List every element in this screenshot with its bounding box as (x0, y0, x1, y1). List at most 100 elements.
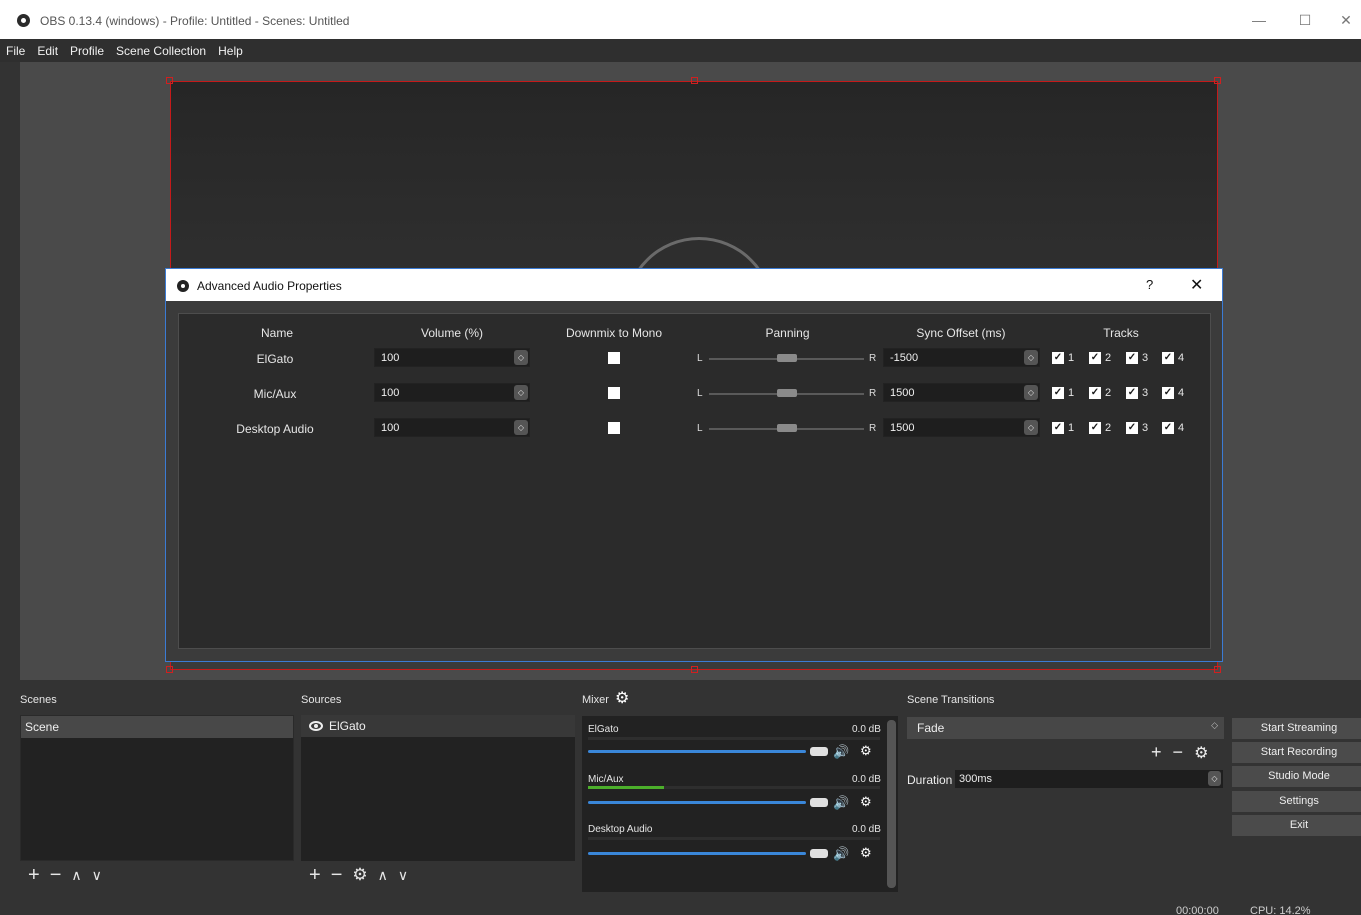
spin-arrows-icon[interactable]: ◇ (514, 350, 528, 365)
remove-scene-minus-icon[interactable]: − (50, 864, 62, 887)
resize-handle-bottom-left[interactable] (166, 666, 173, 673)
track-4-label: 4 (1178, 387, 1185, 399)
volume-input[interactable]: 100 ◇ (374, 418, 530, 437)
track-4-checkbox[interactable]: ✓ (1162, 422, 1174, 434)
spin-arrows-icon[interactable]: ◇ (514, 420, 528, 435)
maximize-button[interactable]: ☐ (1290, 8, 1320, 32)
spin-arrows-icon[interactable]: ◇ (1024, 350, 1038, 365)
remove-transition-minus-icon[interactable]: − (1173, 742, 1184, 762)
transition-select[interactable]: Fade ◇ (907, 717, 1224, 739)
speaker-icon[interactable]: 🔊 (833, 846, 849, 862)
track-1-checkbox[interactable]: ✓ (1052, 352, 1064, 364)
help-button[interactable]: ? (1146, 277, 1153, 292)
start-recording-button[interactable]: Start Recording (1232, 742, 1361, 763)
mixer-scrollbar[interactable] (887, 720, 896, 888)
add-transition-plus-icon[interactable]: + (1151, 742, 1162, 762)
add-source-plus-icon[interactable]: + (309, 864, 321, 887)
start-streaming-button[interactable]: Start Streaming (1232, 718, 1361, 739)
volume-slider[interactable] (588, 750, 806, 753)
volume-slider-handle[interactable] (810, 849, 828, 858)
track-3-checkbox[interactable]: ✓ (1126, 387, 1138, 399)
track-4-checkbox[interactable]: ✓ (1162, 352, 1174, 364)
settings-button[interactable]: Settings (1232, 791, 1361, 812)
resize-handle-top[interactable] (691, 77, 698, 84)
spin-arrows-icon[interactable]: ◇ (1208, 771, 1221, 786)
track-2-checkbox[interactable]: ✓ (1089, 387, 1101, 399)
transitions-dock-title: Scene Transitions (907, 694, 995, 706)
menu-scene-collection[interactable]: Scene Collection (110, 39, 212, 62)
transition-properties-gear-icon[interactable]: ⚙ (1194, 745, 1208, 762)
track-1-label: 1 (1068, 387, 1075, 399)
downmix-checkbox[interactable] (608, 352, 620, 364)
close-dialog-button[interactable]: ✕ (1190, 275, 1203, 295)
spin-arrows-icon[interactable]: ◇ (514, 385, 528, 400)
pan-right-label: R (869, 353, 877, 364)
channel-gear-icon[interactable]: ⚙ (860, 845, 872, 861)
source-item[interactable]: ElGato (301, 715, 575, 737)
obs-logo-icon (177, 280, 189, 292)
volume-meter (588, 737, 880, 740)
volume-slider-handle[interactable] (810, 798, 828, 807)
menu-profile[interactable]: Profile (64, 39, 110, 62)
move-source-down-icon[interactable]: ∨ (398, 867, 408, 884)
speaker-icon[interactable]: 🔊 (833, 744, 849, 760)
menu-help[interactable]: Help (212, 39, 249, 62)
move-source-up-icon[interactable]: ∧ (378, 867, 388, 884)
menu-file[interactable]: File (0, 39, 31, 62)
menu-edit[interactable]: Edit (31, 39, 64, 62)
spin-arrows-icon[interactable]: ◇ (1024, 420, 1038, 435)
track-4-checkbox[interactable]: ✓ (1162, 387, 1174, 399)
visibility-eye-icon[interactable] (309, 721, 323, 731)
dialog-titlebar: Advanced Audio Properties ? ✕ (166, 269, 1222, 301)
close-window-button[interactable]: ✕ (1331, 8, 1361, 32)
source-item-label: ElGato (329, 719, 366, 733)
track-3-checkbox[interactable]: ✓ (1126, 422, 1138, 434)
sync-offset-input[interactable]: 1500 ◇ (883, 383, 1040, 402)
track-1-checkbox[interactable]: ✓ (1052, 387, 1064, 399)
volume-input[interactable]: 100 ◇ (374, 348, 530, 367)
header-sync-offset: Sync Offset (ms) (916, 326, 1006, 340)
header-downmix: Downmix to Mono (565, 326, 663, 340)
downmix-checkbox[interactable] (608, 387, 620, 399)
pan-slider-handle[interactable] (777, 354, 797, 362)
pan-slider-handle[interactable] (777, 389, 797, 397)
volume-slider[interactable] (588, 852, 806, 855)
resize-handle-top-left[interactable] (166, 77, 173, 84)
track-4-label: 4 (1178, 422, 1185, 434)
mixer-channel-name: Desktop Audio (588, 824, 653, 835)
speaker-icon[interactable]: 🔊 (833, 795, 849, 811)
volume-slider-handle[interactable] (810, 747, 828, 756)
studio-mode-button[interactable]: Studio Mode (1232, 766, 1361, 787)
mixer-gear-icon[interactable]: ⚙ (615, 688, 629, 708)
track-1-label: 1 (1068, 352, 1075, 364)
remove-source-minus-icon[interactable]: − (331, 864, 343, 887)
track-3-checkbox[interactable]: ✓ (1126, 352, 1138, 364)
dropdown-arrows-icon: ◇ (1211, 720, 1218, 730)
spin-arrows-icon[interactable]: ◇ (1024, 385, 1038, 400)
pan-slider-handle[interactable] (777, 424, 797, 432)
add-scene-plus-icon[interactable]: + (28, 864, 40, 887)
sync-offset-input[interactable]: 1500 ◇ (883, 418, 1040, 437)
track-2-checkbox[interactable]: ✓ (1089, 422, 1101, 434)
channel-gear-icon[interactable]: ⚙ (860, 794, 872, 810)
scene-item[interactable]: Scene (21, 716, 293, 738)
scenes-list: Scene (20, 715, 294, 861)
channel-gear-icon[interactable]: ⚙ (860, 743, 872, 759)
header-tracks: Tracks (1103, 326, 1139, 340)
downmix-checkbox[interactable] (608, 422, 620, 434)
resize-handle-top-right[interactable] (1214, 77, 1221, 84)
resize-handle-bottom[interactable] (691, 666, 698, 673)
sync-offset-input[interactable]: -1500 ◇ (883, 348, 1040, 367)
track-1-checkbox[interactable]: ✓ (1052, 422, 1064, 434)
resize-handle-bottom-right[interactable] (1214, 666, 1221, 673)
duration-input[interactable]: 300ms ◇ (955, 770, 1223, 788)
exit-button[interactable]: Exit (1232, 815, 1361, 836)
move-scene-up-icon[interactable]: ∧ (71, 867, 81, 884)
track-2-checkbox[interactable]: ✓ (1089, 352, 1101, 364)
volume-slider[interactable] (588, 801, 806, 804)
minimize-button[interactable]: — (1244, 8, 1274, 32)
move-scene-down-icon[interactable]: ∨ (92, 867, 102, 884)
volume-input[interactable]: 100 ◇ (374, 383, 530, 402)
window-title: OBS 0.13.4 (windows) - Profile: Untitled… (40, 14, 350, 28)
source-properties-gear-icon[interactable]: ⚙ (352, 865, 367, 885)
